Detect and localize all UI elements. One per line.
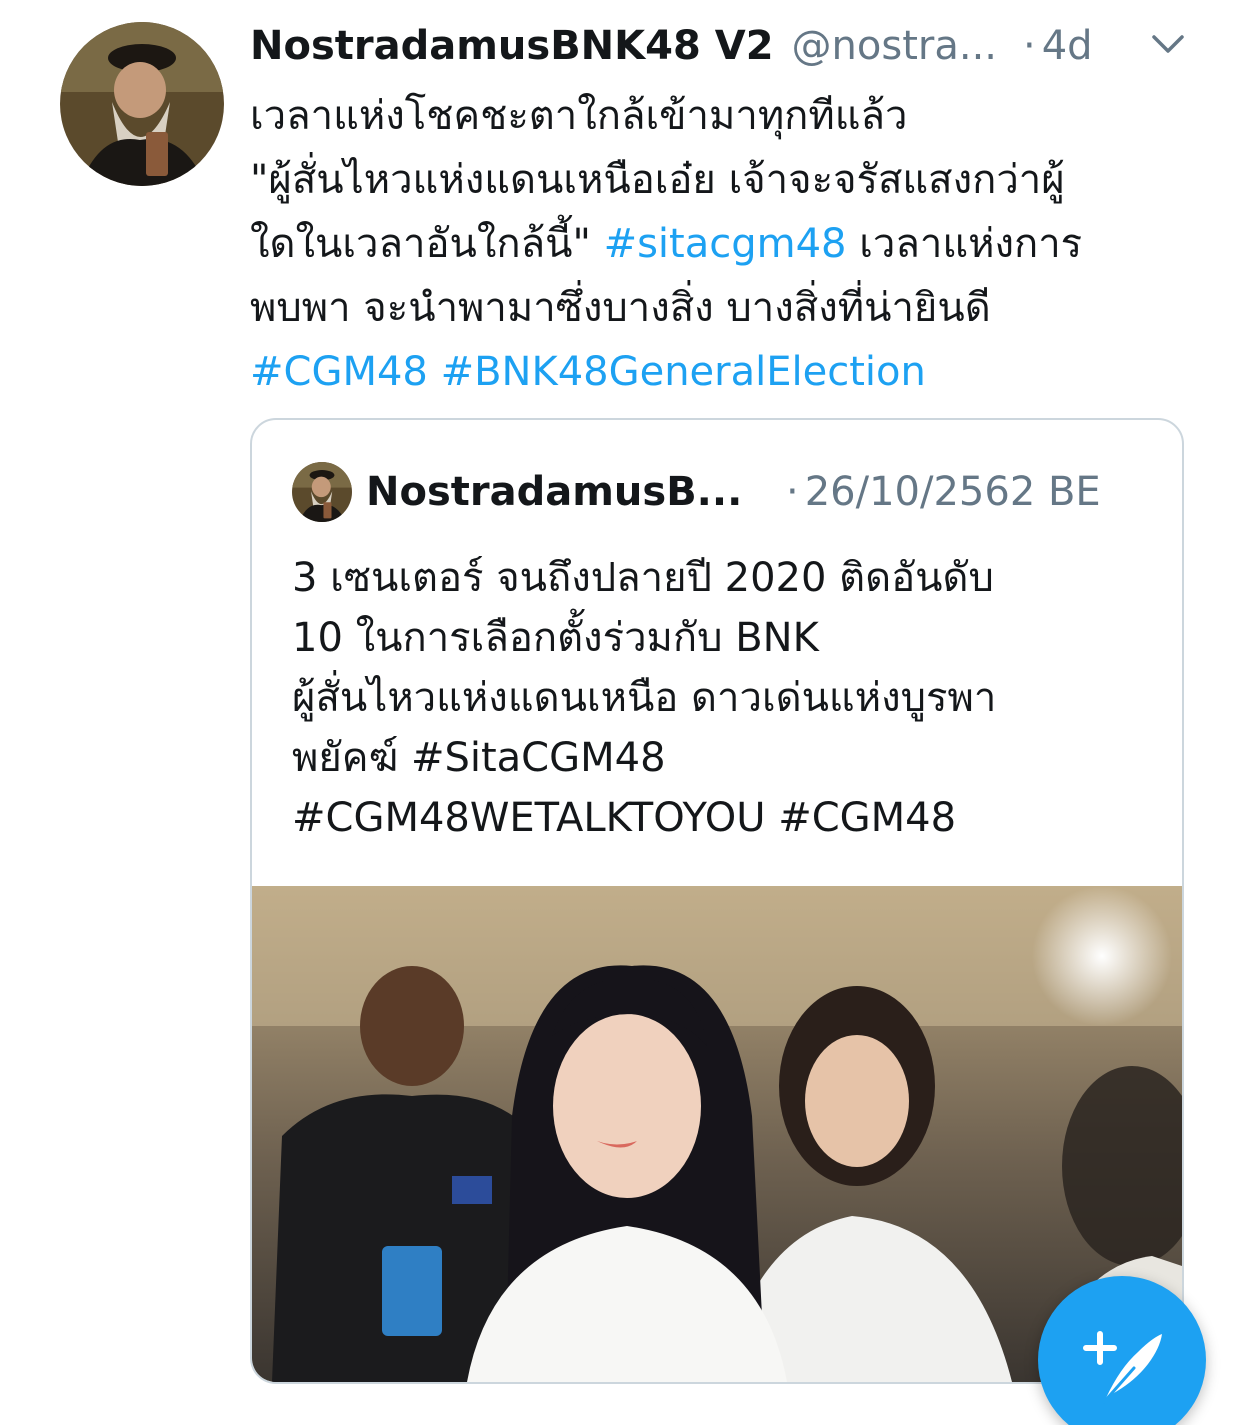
quoted-line: 3 เซนเตอร์ จนถึงปลายปี 2020 ติดอันดับ [292,555,994,601]
hashtag-link[interactable]: #CGM48 [250,349,428,395]
quoted-line: ผู้สั่นไหวแห่งแดนเหนือ ดาวเด่นแห่งบูรพา [292,675,997,721]
author-display-name[interactable]: NostradamusBNK48 V2 [250,18,774,74]
quoted-line: #CGM48WETALKTOYOU #CGM48 [292,795,957,841]
tweet-timestamp[interactable]: · 4d [1023,18,1093,74]
tweet-header: NostradamusBNK48 V2 @nostra... · 4d [250,18,1190,74]
compose-tweet-icon [1083,1331,1162,1404]
tweet-text-segment: เวลาแห่งโชคชะตาใกล้เข้ามาทุกทีแล้ว [250,93,908,139]
quoted-date-text: 26/10/2562 BE [804,469,1101,515]
quoted-tweet-text: 3 เซนเตอร์ จนถึงปลายปี 2020 ติดอันดับ 10… [292,548,1152,848]
quoted-tweet-card[interactable]: NostradamusB... · 26/10/2562 BE 3 เซนเตอร… [250,418,1184,1384]
tweet-line: เวลาแห่งโชคชะตาใกล้เข้ามาทุกทีแล้ว [250,84,1210,148]
author-handle[interactable]: @nostra... [792,18,997,74]
separator-dot: · [1023,23,1036,69]
quoted-author-name: NostradamusB... [366,469,743,515]
tweet-time: 4d [1041,23,1093,69]
quoted-tweet-header: NostradamusB... · 26/10/2562 BE [366,466,1146,518]
hashtag-link[interactable]: #sitacgm48 [604,221,847,267]
quoted-line: 10 ในการเลือกตั้งร่วมกับ BNK [292,615,819,661]
tweet-line: #CGM48 #BNK48GeneralElection [250,340,1210,404]
tweet-text-segment [428,349,441,395]
tweet-line: "ผู้สั่นไหวแห่งแดนเหนือเอ๋ย เจ้าจะจรัสแส… [250,148,1210,212]
quoted-line: พยัคฆ์ #SitaCGM48 [292,735,666,781]
tweet-text-segment: "ผู้สั่นไหวแห่งแดนเหนือเอ๋ย เจ้าจะจรัสแส… [250,157,1065,203]
quoted-author-avatar [292,462,352,522]
compose-tweet-button[interactable] [1038,1276,1206,1425]
separator-dot: · [786,469,799,515]
tweet-text-segment: พบพา จะนำพามาซึ่งบางสิ่ง บางสิ่งที่น่ายิ… [250,285,991,331]
author-avatar[interactable] [60,22,224,186]
chevron-down-icon[interactable] [1148,24,1188,64]
hashtag-link[interactable]: #BNK48GeneralElection [441,349,926,395]
tweet-text-segment: ใดในเวลาอันใกล้นี้" [250,221,604,267]
tweet-line: ใดในเวลาอันใกล้นี้" #sitacgm48 เวลาแห่งก… [250,212,1210,276]
tweet-line: พบพา จะนำพามาซึ่งบางสิ่ง บางสิ่งที่น่ายิ… [250,276,1210,340]
tweet-text: เวลาแห่งโชคชะตาใกล้เข้ามาทุกทีแล้ว "ผู้ส… [250,84,1210,404]
quoted-tweet-date: · 26/10/2562 BE [786,469,1101,515]
tweet-text-segment: เวลาแห่งการ [846,221,1083,267]
